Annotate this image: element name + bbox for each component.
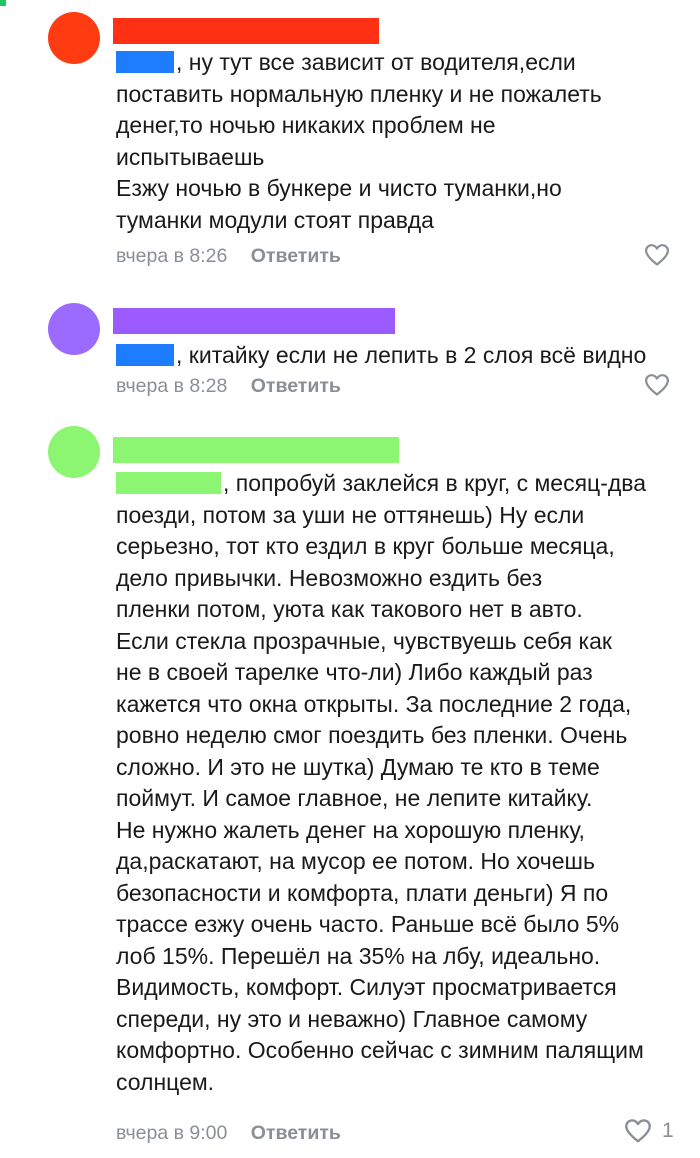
comment-timestamp: вчера в 8:26 — [116, 245, 228, 267]
comment-3: , попробуй заклейся в круг, с месяц-два … — [0, 410, 700, 1158]
heart-outline-icon — [644, 243, 670, 267]
comment-text: , ну тут все зависит от водителя,если по… — [116, 49, 602, 233]
like-button[interactable] — [644, 243, 670, 267]
avatar[interactable] — [48, 12, 100, 64]
author-name-redacted[interactable] — [113, 308, 395, 334]
author-name-redacted[interactable] — [113, 18, 379, 44]
comment-timestamp: вчера в 9:00 — [116, 1122, 228, 1144]
author-name-redacted[interactable] — [113, 437, 399, 463]
comment-timestamp: вчера в 8:28 — [116, 375, 228, 397]
comment-meta: вчера в 9:00 Ответить — [116, 1121, 341, 1145]
like-button[interactable]: 1 — [624, 1118, 674, 1144]
comment-meta: вчера в 8:26 Ответить — [116, 244, 341, 268]
reply-button[interactable]: Ответить — [251, 244, 341, 268]
comment-text: , китайку если не лепить в 2 слоя всё ви… — [116, 340, 686, 372]
reply-mention-redacted[interactable] — [116, 472, 221, 494]
reply-button[interactable]: Ответить — [251, 1121, 341, 1145]
reply-mention-redacted[interactable] — [116, 51, 174, 73]
comment-meta: вчера в 8:28 Ответить — [116, 374, 341, 398]
avatar[interactable] — [48, 303, 100, 355]
heart-outline-icon — [624, 1118, 652, 1144]
heart-outline-icon — [644, 373, 670, 397]
like-button[interactable] — [644, 373, 670, 397]
reply-mention-redacted[interactable] — [116, 344, 174, 366]
comment-text: , попробуй заклейся в круг, с месяц-два … — [116, 470, 647, 1095]
comment-2: , китайку если не лепить в 2 слоя всё ви… — [0, 280, 700, 410]
avatar[interactable] — [48, 426, 100, 478]
like-count: 1 — [662, 1119, 674, 1142]
reply-button[interactable]: Ответить — [251, 374, 341, 398]
comment-1: , ну тут все зависит от водителя,если по… — [0, 0, 700, 280]
